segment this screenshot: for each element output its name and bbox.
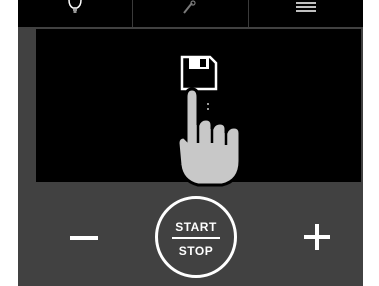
start-stop-divider [172, 237, 220, 239]
tab-menu[interactable] [248, 0, 363, 27]
tab-tools[interactable] [133, 0, 249, 27]
stop-label: STOP [178, 244, 214, 258]
minus-icon[interactable] [70, 236, 98, 240]
menu-icon [295, 2, 316, 12]
tools-icon [183, 0, 197, 14]
plus-icon-vertical[interactable] [315, 224, 319, 250]
pointing-hand-icon [176, 87, 242, 187]
top-tab-bar [18, 0, 363, 27]
start-label: START [175, 220, 217, 234]
tab-light[interactable] [18, 0, 134, 27]
start-stop-button[interactable]: START STOP [155, 196, 237, 278]
lightbulb-icon [68, 0, 82, 13]
